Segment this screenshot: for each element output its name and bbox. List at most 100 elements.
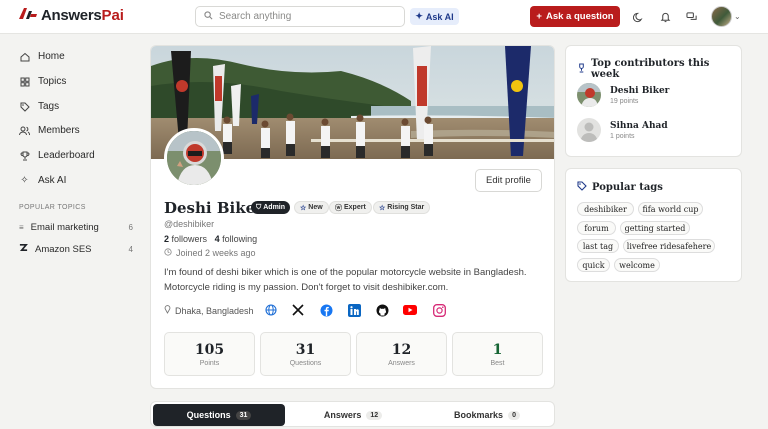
instagram-icon[interactable] — [432, 303, 446, 317]
popular-tags-title: Popular tags — [577, 181, 663, 194]
ask-ai-label: Ask AI — [425, 11, 454, 22]
tag-chip[interactable]: welcome — [614, 258, 660, 272]
search-icon — [204, 10, 213, 23]
tab-bookmarks[interactable]: Bookmarks 0 — [421, 404, 553, 426]
topic-count: 4 — [128, 244, 133, 254]
trophy-icon — [577, 62, 586, 76]
sidebar-item-leaderboard[interactable]: Leaderboard — [19, 150, 95, 161]
sidebar-item-label: Tags — [38, 101, 60, 112]
stat-value: 31 — [295, 341, 316, 358]
home-icon — [19, 51, 30, 62]
following-label[interactable]: following — [222, 234, 257, 244]
logo-text-accent: Pai — [101, 7, 124, 24]
ask-question-label: Ask a question — [545, 11, 614, 22]
profile-location: Dhaka, Bangladesh — [164, 305, 254, 316]
profile-card: Edit profile Deshi Biker ⛉ Admin ☆ New ⓦ Ex… — [150, 45, 555, 389]
topic-label: Email marketing — [30, 222, 99, 233]
popular-topics-heading: POPULAR TOPICS — [19, 204, 86, 211]
tab-questions[interactable]: Questions 31 — [153, 404, 285, 426]
stat-label: Best — [490, 359, 505, 367]
joined-text: Joined 2 weeks ago — [176, 248, 256, 258]
x-icon[interactable] — [291, 303, 305, 317]
chevron-down-icon[interactable]: ⌄ — [734, 12, 741, 21]
tag-chip[interactable]: livefree ridesafehere — [623, 239, 715, 253]
bell-icon[interactable] — [657, 9, 673, 25]
sidebar-item-label: Members — [38, 125, 80, 136]
tag-chip[interactable]: fifa world cup — [638, 202, 703, 216]
followers-count[interactable]: 2 — [164, 234, 169, 244]
star-icon: ☆ — [379, 204, 386, 212]
messages-icon[interactable] — [684, 9, 700, 25]
linkedin-icon[interactable] — [347, 303, 361, 317]
badge-label: Expert — [344, 204, 366, 211]
contributor-points: 1 points — [610, 132, 635, 140]
topic-count: 6 — [128, 223, 133, 232]
stat-best: 1 Best — [452, 332, 543, 376]
stat-answers: 12 Answers — [356, 332, 447, 376]
tab-label: Answers — [323, 410, 362, 420]
moon-icon[interactable] — [630, 9, 646, 25]
stat-questions: 31 Questions — [260, 332, 351, 376]
sidebar-item-members[interactable]: Members — [19, 125, 80, 136]
search-input[interactable]: Search anything — [195, 6, 405, 27]
tab-label: Bookmarks — [454, 410, 504, 420]
tab-answers[interactable]: Answers 12 — [287, 404, 419, 426]
github-icon[interactable] — [375, 303, 389, 317]
new-badge: ☆ New — [294, 201, 329, 214]
stat-label: Answers — [388, 359, 415, 367]
tag-icon — [577, 181, 587, 194]
logo-text-main: Answers — [41, 7, 102, 24]
tag-chip[interactable]: getting started — [620, 221, 690, 235]
youtube-icon[interactable] — [403, 303, 417, 317]
ask-ai-button[interactable]: ✦ Ask AI — [410, 8, 459, 25]
topic-amazon-ses[interactable]: Amazon SES 4 — [19, 243, 133, 255]
topic-email-marketing[interactable]: ≡ Email marketing 6 — [19, 222, 133, 233]
profile-handle: @deshibiker — [164, 219, 215, 229]
topic-label: Amazon SES — [35, 243, 92, 255]
following-count[interactable]: 4 — [215, 234, 220, 244]
edit-profile-button[interactable]: Edit profile — [475, 169, 542, 192]
followers-label[interactable]: followers — [172, 234, 208, 244]
star-icon: ☆ — [300, 204, 307, 212]
globe-icon[interactable] — [264, 303, 278, 317]
rising-star-badge: ☆ Rising Star — [373, 201, 431, 214]
facebook-icon[interactable] — [319, 303, 333, 317]
sidebar-item-label: Leaderboard — [38, 150, 95, 161]
grid-icon — [19, 76, 30, 87]
popular-tags-card: Popular tags deshibiker fifa world cup f… — [565, 168, 742, 282]
card-title-text: Top contributors this week — [591, 58, 710, 80]
user-avatar[interactable] — [711, 6, 732, 27]
tag-chip[interactable]: quick — [577, 258, 610, 272]
top-contributors-title: Top contributors this week — [577, 58, 741, 80]
tag-chip[interactable]: deshibiker — [577, 202, 634, 216]
sidebar-item-label: Ask AI — [38, 175, 67, 186]
badge-label: Rising Star — [387, 204, 425, 211]
stat-value: 105 — [194, 341, 225, 358]
ask-question-button[interactable]: + Ask a question — [530, 6, 620, 27]
tag-icon — [19, 101, 30, 112]
contributor-name: Deshi Biker — [610, 85, 670, 96]
wordpress-icon: ⓦ — [335, 204, 342, 212]
sidebar-item-label: Home — [38, 51, 65, 62]
profile-tabs: Questions 31 Answers 12 Bookmarks 0 — [150, 401, 555, 427]
top-contributors-card: Top contributors this week Deshi Biker 1… — [565, 45, 742, 157]
joined-date: Joined 2 weeks ago — [164, 248, 256, 258]
sidebar-item-ask-ai[interactable]: ✧ Ask AI — [19, 175, 66, 186]
users-icon — [19, 125, 30, 136]
sidebar-item-tags[interactable]: Tags — [19, 101, 59, 112]
plus-icon: + — [536, 11, 542, 22]
contributor-row[interactable]: Sihna Ahad 1 points — [577, 118, 668, 142]
tab-count: 12 — [366, 410, 383, 420]
tag-chip[interactable]: forum — [577, 221, 616, 235]
admin-badge: ⛉ Admin — [251, 201, 291, 214]
shield-icon: ⛉ — [256, 203, 262, 211]
logo[interactable]: Answers Pai — [18, 7, 124, 24]
sidebar-item-home[interactable]: Home — [19, 51, 65, 62]
contributor-row[interactable]: Deshi Biker 19 points — [577, 83, 669, 107]
stat-label: Questions — [289, 359, 322, 367]
sidebar-item-label: Topics — [38, 76, 67, 87]
pin-icon — [164, 305, 171, 316]
sidebar-item-topics[interactable]: Topics — [19, 76, 66, 87]
tag-chip[interactable]: last tag — [577, 239, 619, 253]
contributor-name: Sihna Ahad — [610, 120, 668, 131]
